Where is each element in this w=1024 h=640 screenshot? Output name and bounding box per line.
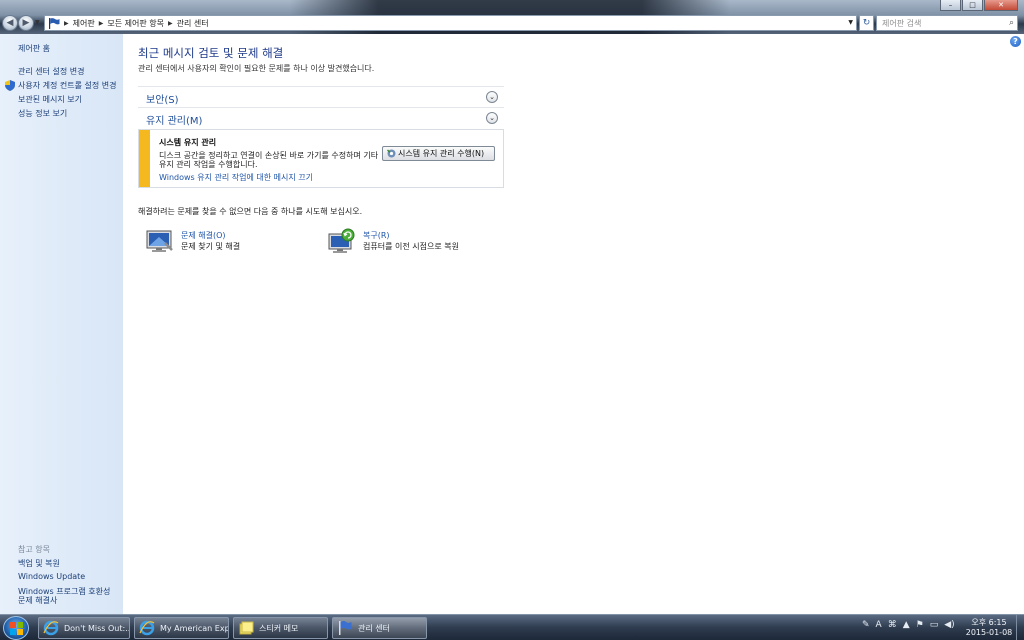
sidebar-uac-settings[interactable]: 사용자 계정 컨트롤 설정 변경 (18, 80, 117, 91)
address-bar[interactable]: ▶ 제어판 ▶ 모든 제어판 항목 ▶ 관리 센터 ▼ (44, 15, 857, 31)
breadcrumb-control-panel[interactable]: 제어판 (73, 18, 95, 29)
sidebar-control-panel-home[interactable]: 제어판 홈 (18, 43, 50, 54)
forward-button[interactable]: ▶ (18, 15, 34, 31)
page-title: 최근 메시지 검토 및 문제 해결 (138, 46, 284, 60)
turn-off-messages-link[interactable]: Windows 유지 관리 작업에 대한 메시지 끄기 (159, 172, 313, 183)
troubleshooting-link[interactable]: 문제 해결(O) (181, 230, 226, 241)
section-security-label: 보안(S) (146, 95, 179, 106)
breadcrumb-separator-icon: ▶ (98, 19, 104, 27)
forward-arrow-icon: ▶ (22, 18, 30, 28)
taskbar-clock[interactable]: 오후 6:15 2015-01-08 (963, 618, 1015, 638)
collapse-chevron-icon[interactable]: ⌄ (486, 112, 498, 124)
tray-input-language-icon[interactable]: A (876, 620, 882, 630)
message-title: 시스템 유지 관리 (159, 138, 217, 147)
see-also-windows-update[interactable]: Windows Update (18, 572, 85, 581)
taskbar-item-label: My American Exp... (160, 623, 229, 633)
see-also-backup-restore[interactable]: 백업 및 복원 (18, 558, 60, 569)
tray-volume-icon[interactable]: ◀) (944, 620, 954, 630)
search-placeholder: 제어판 검색 (882, 18, 922, 28)
back-button[interactable]: ◀ (2, 15, 18, 31)
breadcrumb-separator-icon: ▶ (167, 19, 173, 27)
back-arrow-icon: ◀ (6, 18, 14, 28)
run-maintenance-button[interactable]: 시스템 유지 관리 수행(N) (382, 146, 495, 161)
recovery-icon (328, 228, 355, 253)
ie-icon (139, 620, 155, 636)
clock-date: 2015-01-08 (965, 628, 1013, 637)
main-content: ? 최근 메시지 검토 및 문제 해결 관리 센터에서 사용자의 확인이 필요한… (123, 34, 1024, 614)
refresh-button[interactable]: ↻ (859, 15, 874, 31)
taskbar-item-action-center[interactable]: 관리 센터 (332, 617, 427, 639)
minimize-button[interactable]: – (940, 0, 961, 11)
taskbar-item-ie-2[interactable]: My American Exp... (134, 617, 229, 639)
sidebar-change-settings[interactable]: 관리 센터 설정 변경 (18, 66, 85, 77)
troubleshoot-hint: 해결하려는 문제를 찾을 수 없으면 다음 중 하나를 시도해 보십시오. (138, 207, 363, 216)
system-tray: ✎ A ⌘ ▲ ⚑ ▭ ◀) (862, 620, 955, 630)
tray-ime-icon[interactable]: ⌘ (888, 620, 897, 630)
taskbar-item-ie-1[interactable]: Don't Miss Out:... (38, 617, 130, 639)
taskbar-item-label: Don't Miss Out:... (64, 623, 130, 633)
troubleshoot-icon (146, 230, 173, 252)
section-maintenance-label: 유지 관리(M) (146, 116, 203, 127)
section-security[interactable]: 보안(S) ⌄ (138, 86, 504, 106)
action-center-flag-icon (339, 621, 352, 635)
see-also-header: 참고 항목 (18, 545, 50, 554)
close-button[interactable]: ✕ (984, 0, 1018, 11)
see-also-compat-troubleshooter-line2[interactable]: 문제 해결사 (18, 595, 57, 606)
sidebar: 제어판 홈 관리 센터 설정 변경 사용자 계정 컨트롤 설정 변경 보관된 메… (0, 34, 123, 614)
taskbar: Don't Miss Out:... My American Exp... 스티… (0, 614, 1024, 640)
address-dropdown-icon[interactable]: ▼ (848, 19, 853, 26)
window-controls: – □ ✕ (940, 0, 1018, 11)
tray-network-icon[interactable]: ▭ (930, 620, 939, 630)
uac-shield-icon (5, 80, 15, 91)
ie-icon (43, 620, 59, 636)
breadcrumb-separator-icon: ▶ (64, 19, 69, 27)
action-center-flag-icon (49, 17, 60, 29)
recent-pages-dropdown-icon[interactable]: ▼ (35, 19, 40, 26)
severity-bar (139, 130, 150, 187)
help-icon[interactable]: ? (1010, 36, 1021, 47)
maximize-button[interactable]: □ (962, 0, 983, 11)
tray-show-hidden-icon[interactable]: ▲ (903, 620, 910, 630)
sidebar-archived-messages[interactable]: 보관된 메시지 보기 (18, 94, 82, 105)
troubleshooting-desc: 문제 찾기 및 해결 (181, 242, 241, 251)
sticky-notes-icon (239, 621, 254, 635)
message-description-line2: 유지 관리 작업을 수행합니다. (159, 160, 258, 169)
run-maintenance-label: 시스템 유지 관리 수행(N) (398, 149, 485, 158)
recovery-desc: 컴퓨터를 이전 시점으로 복원 (363, 242, 459, 251)
taskbar-item-sticky-notes[interactable]: 스티커 메모 (233, 617, 328, 639)
search-input[interactable]: 제어판 검색 ⌕ (876, 15, 1018, 31)
start-button[interactable] (3, 616, 29, 640)
tray-action-center-flag-icon[interactable]: ⚑ (916, 620, 924, 630)
page-subtitle: 관리 센터에서 사용자의 확인이 필요한 문제를 하나 이상 발견했습니다. (138, 64, 375, 73)
breadcrumb-action-center[interactable]: 관리 센터 (177, 18, 209, 29)
refresh-icon: ↻ (862, 18, 871, 28)
maintenance-message: 시스템 유지 관리 디스크 공간을 정리하고 연결이 손상된 바로 가기를 수정… (138, 129, 504, 188)
taskbar-item-label: 스티커 메모 (259, 623, 299, 633)
breadcrumb-all-items[interactable]: 모든 제어판 항목 (107, 18, 164, 29)
section-maintenance[interactable]: 유지 관리(M) ⌄ (138, 107, 504, 127)
recovery-link[interactable]: 복구(R) (363, 230, 390, 241)
sidebar-performance-info[interactable]: 성능 정보 보기 (18, 108, 67, 119)
taskbar-item-label: 관리 센터 (358, 623, 390, 633)
windows-logo-icon (10, 622, 23, 635)
search-icon: ⌕ (1008, 18, 1014, 28)
clock-time: 오후 6:15 (971, 618, 1007, 627)
expand-chevron-icon[interactable]: ⌄ (486, 91, 498, 103)
show-desktop-button[interactable] (1016, 615, 1024, 640)
maintenance-icon (387, 149, 396, 158)
tray-network-tools-icon[interactable]: ✎ (862, 620, 870, 630)
